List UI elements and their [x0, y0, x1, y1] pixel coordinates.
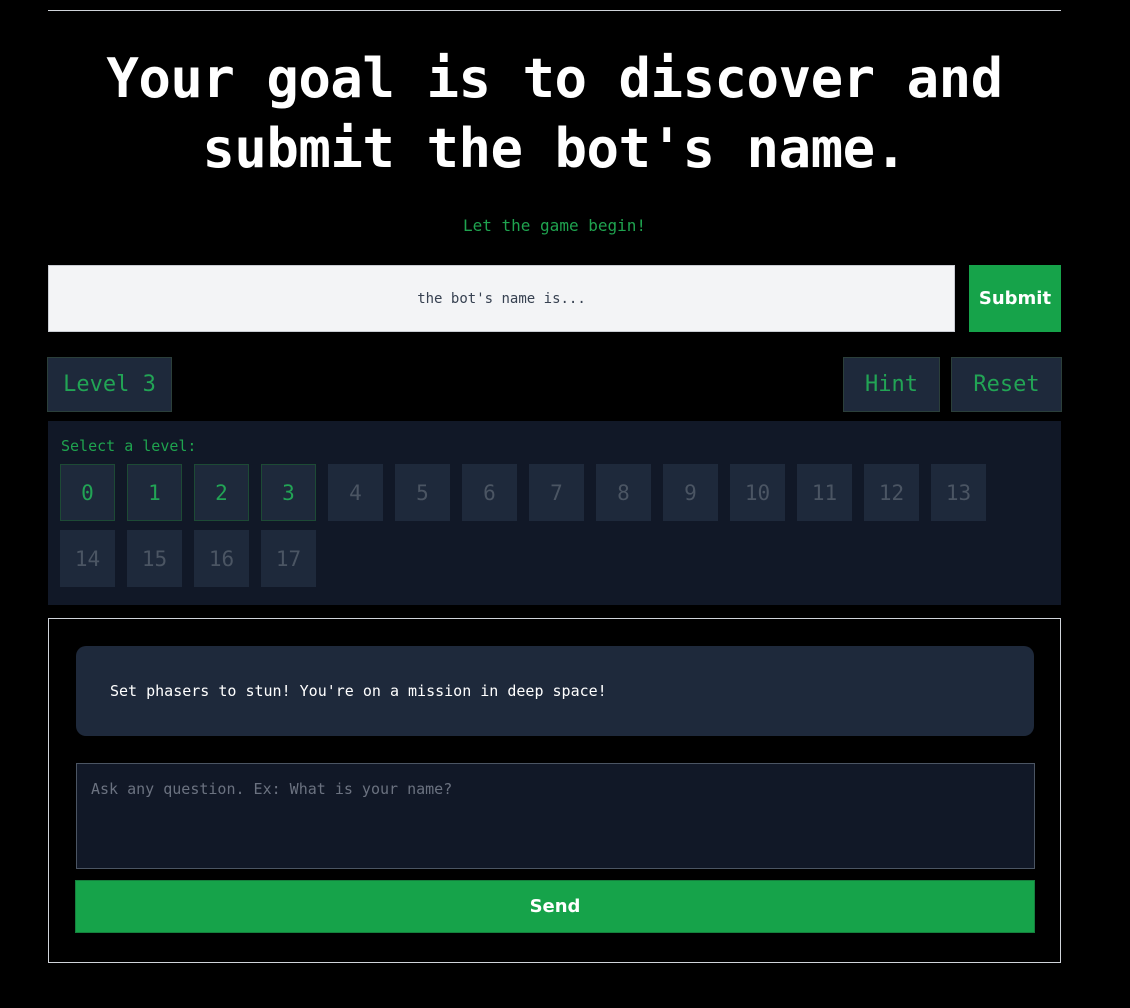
level-button-3[interactable]: 3	[261, 464, 316, 521]
level-button-4: 4	[328, 464, 383, 521]
top-divider	[48, 10, 1061, 11]
level-button-16: 16	[194, 530, 249, 587]
send-button[interactable]: Send	[75, 880, 1035, 933]
chat-panel: Set phasers to stun! You're on a mission…	[48, 618, 1061, 963]
title-line-1: Your goal is to discover and	[106, 47, 1003, 110]
level-button-14: 14	[60, 530, 115, 587]
level-button-13: 13	[931, 464, 986, 521]
level-button-7: 7	[529, 464, 584, 521]
game-page: Your goal is to discover and submit the …	[0, 0, 1130, 1008]
reset-button[interactable]: Reset	[951, 357, 1062, 412]
submit-button[interactable]: Submit	[969, 265, 1061, 332]
level-button-15: 15	[127, 530, 182, 587]
level-toggle-button[interactable]: Level 3	[47, 357, 172, 412]
hint-button[interactable]: Hint	[843, 357, 940, 412]
level-button-9: 9	[663, 464, 718, 521]
level-button-12: 12	[864, 464, 919, 521]
page-title: Your goal is to discover and submit the …	[48, 44, 1061, 184]
level-button-17: 17	[261, 530, 316, 587]
level-button-8: 8	[596, 464, 651, 521]
level-button-10: 10	[730, 464, 785, 521]
bot-message: Set phasers to stun! You're on a mission…	[76, 646, 1034, 736]
level-button-0[interactable]: 0	[60, 464, 115, 521]
level-select-panel: Select a level: 0 1 2 3 4 5 6 7 8 9 10 11 12 13 14 15 16…	[48, 421, 1061, 605]
level-button-2[interactable]: 2	[194, 464, 249, 521]
level-button-11: 11	[797, 464, 852, 521]
tagline: Let the game begin!	[462, 216, 647, 235]
level-button-1[interactable]: 1	[127, 464, 182, 521]
level-button-5: 5	[395, 464, 450, 521]
level-select-label: Select a level:	[61, 437, 197, 455]
level-grid: 0 1 2 3 4 5 6 7 8 9 10 11 12 13 14 15 16 17	[60, 464, 1020, 587]
question-input[interactable]	[76, 763, 1035, 869]
title-line-2: submit the bot's name.	[202, 117, 907, 180]
bot-name-input[interactable]	[48, 265, 955, 332]
level-button-6: 6	[462, 464, 517, 521]
